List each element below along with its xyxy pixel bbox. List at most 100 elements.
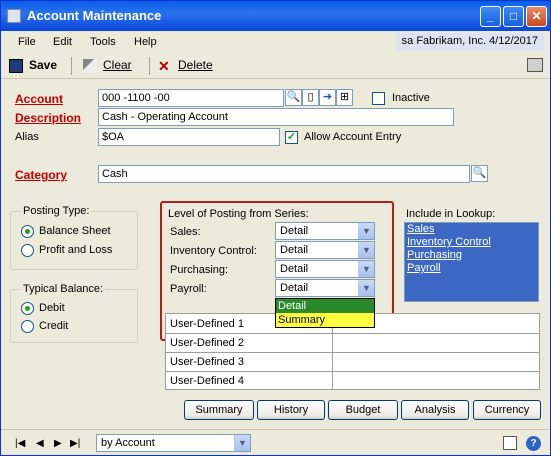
- user-defined-row[interactable]: User-Defined 4: [166, 371, 539, 390]
- account-input[interactable]: 000 -1100 -00: [98, 89, 284, 107]
- save-icon: [9, 58, 23, 73]
- purchasing-posting-select[interactable]: Detail ▼: [275, 260, 375, 278]
- browse-sort-value: by Account: [101, 437, 155, 449]
- minimize-button[interactable]: _: [480, 6, 501, 27]
- user-company-date-info: sa Fabrikam, Inc. 4/12/2017: [395, 33, 544, 51]
- chevron-down-icon[interactable]: ▼: [234, 435, 250, 451]
- clear-label: Clear: [103, 58, 132, 72]
- credit-radio[interactable]: [21, 320, 34, 333]
- delete-button[interactable]: ✕ Delete: [158, 58, 213, 73]
- sales-posting-select[interactable]: Detail ▼: [275, 222, 375, 240]
- lookup-item-purchasing[interactable]: Purchasing: [405, 249, 538, 262]
- last-record-icon[interactable]: ▶|: [70, 438, 80, 449]
- browse-sort-select[interactable]: by Account ▼: [96, 434, 251, 452]
- note-icon[interactable]: [503, 436, 517, 450]
- menu-edit[interactable]: Edit: [53, 36, 72, 48]
- sales-posting-label: Sales:: [170, 226, 201, 238]
- maximize-button[interactable]: □: [503, 6, 524, 27]
- budget-button[interactable]: Budget: [328, 400, 398, 420]
- browse-bar: |◀ ◀ ▶ ▶| by Account ▼ ?: [1, 429, 550, 455]
- user-defined-row[interactable]: User-Defined 3: [166, 352, 539, 371]
- lookup-item-inventory-control[interactable]: Inventory Control: [405, 236, 538, 249]
- debit-radio[interactable]: [21, 302, 34, 315]
- account-expand-icon[interactable]: ➔: [319, 89, 336, 106]
- toolbar: Save Clear ✕ Delete: [1, 53, 550, 79]
- posting-type-group: [10, 211, 138, 270]
- summary-button[interactable]: Summary: [184, 400, 254, 420]
- user-defined-row[interactable]: User-Defined 2: [166, 333, 539, 352]
- account-label: Account: [15, 92, 63, 106]
- window-title: Account Maintenance: [27, 8, 162, 23]
- toolbar-separator: [71, 57, 72, 75]
- account-hierarchy-icon[interactable]: ⊞: [336, 89, 353, 106]
- inactive-label: Inactive: [392, 92, 430, 104]
- description-label: Description: [15, 111, 82, 125]
- payroll-posting-label: Payroll:: [170, 283, 207, 295]
- title-bar: Account Maintenance _ □ ✕: [1, 1, 550, 31]
- credit-label: Credit: [39, 320, 69, 332]
- chevron-down-icon[interactable]: ▼: [358, 223, 374, 239]
- analysis-button[interactable]: Analysis: [401, 400, 469, 420]
- clear-button[interactable]: Clear: [83, 58, 132, 73]
- next-record-icon[interactable]: ▶: [54, 438, 62, 449]
- purchasing-posting-label: Purchasing:: [170, 264, 229, 276]
- balance-sheet-label: Balance Sheet: [39, 225, 111, 237]
- payroll-posting-select[interactable]: Detail ▼: [275, 279, 375, 297]
- alias-input[interactable]: $OA: [98, 128, 280, 146]
- currency-button[interactable]: Currency: [473, 400, 541, 420]
- payroll-posting-value: Detail: [280, 282, 309, 294]
- window-icon: [7, 9, 21, 23]
- lookup-item-sales[interactable]: Sales: [405, 223, 538, 236]
- lookup-item-payroll[interactable]: Payroll: [405, 262, 538, 275]
- previous-record-icon[interactable]: ◀: [36, 438, 44, 449]
- chevron-down-icon[interactable]: ▼: [358, 280, 374, 296]
- category-lookup-icon[interactable]: 🔍: [471, 165, 488, 182]
- posting-type-title: Posting Type:: [21, 205, 92, 217]
- dropdown-option-detail[interactable]: Detail: [276, 299, 374, 313]
- help-icon[interactable]: ?: [526, 436, 541, 451]
- close-button[interactable]: ✕: [526, 6, 547, 27]
- profit-and-loss-label: Profit and Loss: [39, 244, 113, 256]
- menu-tools[interactable]: Tools: [90, 36, 116, 48]
- description-input[interactable]: Cash - Operating Account: [98, 108, 454, 126]
- level-of-posting-title: Level of Posting from Series:: [168, 208, 309, 220]
- delete-icon: ✕: [158, 57, 170, 74]
- user-defined-3-label: User-Defined 3: [170, 356, 244, 368]
- chevron-down-icon[interactable]: ▼: [358, 261, 374, 277]
- print-icon[interactable]: [527, 58, 543, 72]
- allow-account-entry-label: Allow Account Entry: [304, 131, 402, 143]
- user-defined-1-label: User-Defined 1: [170, 318, 244, 330]
- inventory-posting-select[interactable]: Detail ▼: [275, 241, 375, 259]
- account-lookup-icon[interactable]: 🔍: [285, 89, 302, 106]
- sales-posting-value: Detail: [280, 225, 309, 237]
- history-button[interactable]: History: [257, 400, 325, 420]
- save-button[interactable]: Save: [9, 58, 57, 73]
- toolbar-separator: [149, 57, 150, 75]
- balance-sheet-radio[interactable]: [21, 225, 34, 238]
- category-label: Category: [15, 168, 68, 182]
- user-defined-4-label: User-Defined 4: [170, 375, 244, 387]
- allow-account-entry-checkbox[interactable]: ✓: [285, 131, 298, 144]
- inventory-posting-value: Detail: [280, 244, 309, 256]
- inventory-posting-label: Inventory Control:: [170, 245, 257, 257]
- profit-and-loss-radio[interactable]: [21, 244, 34, 257]
- menu-help[interactable]: Help: [134, 36, 157, 48]
- purchasing-posting-value: Detail: [280, 263, 309, 275]
- account-maintenance-window: Account Maintenance _ □ ✕ File Edit Tool…: [0, 0, 551, 456]
- debit-label: Debit: [39, 302, 65, 314]
- account-note-icon[interactable]: ▯: [302, 89, 319, 106]
- include-in-lookup-list[interactable]: Sales Inventory Control Purchasing Payro…: [404, 222, 539, 302]
- dropdown-option-summary[interactable]: Summary: [276, 313, 374, 327]
- category-input[interactable]: Cash: [98, 165, 470, 183]
- first-record-icon[interactable]: |◀: [15, 438, 25, 449]
- menu-bar: File Edit Tools Help sa Fabrikam, Inc. 4…: [1, 31, 550, 53]
- inactive-checkbox[interactable]: [372, 92, 385, 105]
- posting-level-dropdown: Detail Summary: [275, 298, 375, 328]
- typical-balance-group: [10, 289, 138, 343]
- save-label: Save: [29, 58, 58, 72]
- typical-balance-title: Typical Balance:: [21, 283, 106, 295]
- menu-file[interactable]: File: [18, 36, 36, 48]
- user-defined-2-label: User-Defined 2: [170, 337, 244, 349]
- delete-label: Delete: [178, 58, 213, 72]
- chevron-down-icon[interactable]: ▼: [358, 242, 374, 258]
